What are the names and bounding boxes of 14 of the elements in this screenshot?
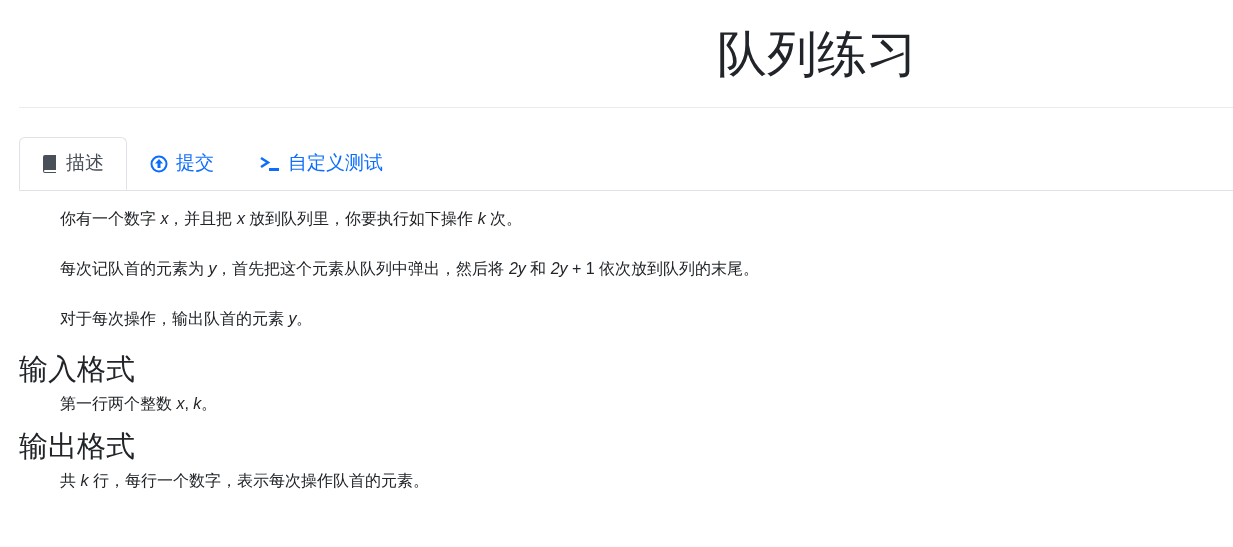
description-paragraph: 你有一个数字 x，并且把 x 放到队列里，你要执行如下操作 k 次。 xyxy=(60,209,524,229)
terminal-icon xyxy=(260,155,280,172)
upload-icon xyxy=(150,154,168,173)
section-text: 第一行两个整数 x, k。 xyxy=(59,394,219,414)
description-paragraph: 对于每次操作，输出队首的元素 y。 xyxy=(60,309,314,329)
description-paragraph: 每次记队首的元素为 y，首先把这个元素从队列中弹出，然后将 2y 和 2y + 1 依次放到队列的末尾。 xyxy=(60,259,761,279)
page-title: 队列练习 xyxy=(717,28,917,79)
section-heading: 输入格式 xyxy=(19,352,136,387)
section-text: 共 k 行，每行一个数字，表示每次操作队首的元素。 xyxy=(59,471,430,491)
tab[interactable]: 自定义测试 xyxy=(237,137,406,190)
tab[interactable]: 提交 xyxy=(127,137,237,190)
section-heading: 输出格式 xyxy=(19,429,136,464)
book-icon xyxy=(42,154,58,173)
tab[interactable]: 描述 xyxy=(19,137,127,190)
